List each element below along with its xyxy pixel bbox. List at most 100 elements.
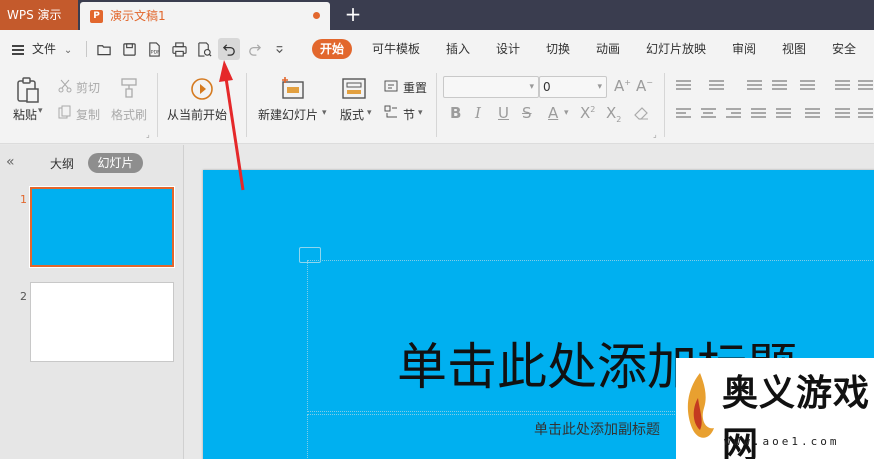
- columns-icon[interactable]: [858, 80, 873, 92]
- play-from-current-button[interactable]: 从当前开始: [167, 106, 227, 123]
- copy-button[interactable]: 复制: [76, 106, 100, 123]
- slide-thumbnail-pane: « 大纲 幻灯片 1 2: [0, 145, 184, 459]
- decrease-font-size-icon[interactable]: A−: [636, 77, 653, 95]
- pdf-icon: PDF: [148, 41, 160, 57]
- line-spacing-icon[interactable]: [835, 80, 850, 92]
- chevron-down-icon[interactable]: ▾: [367, 108, 372, 118]
- increase-indent-icon[interactable]: [772, 80, 787, 92]
- print-button[interactable]: [170, 40, 188, 58]
- tab-animations[interactable]: 动画: [596, 39, 620, 59]
- divider: [246, 73, 247, 137]
- svg-text:PDF: PDF: [150, 49, 159, 55]
- undo-button[interactable]: [218, 38, 240, 60]
- customize-toolbar-button[interactable]: [270, 40, 288, 58]
- font-family-select[interactable]: ▾: [443, 76, 539, 98]
- chevron-down-icon: ⌄: [63, 45, 73, 56]
- underline-icon[interactable]: U: [498, 104, 509, 122]
- format-painter-button[interactable]: 格式刷: [111, 106, 147, 123]
- strikethrough-icon[interactable]: S: [522, 104, 532, 122]
- tab-view[interactable]: 视图: [782, 39, 806, 59]
- italic-icon[interactable]: I: [475, 104, 481, 122]
- print-preview-button[interactable]: [195, 40, 213, 58]
- unsaved-indicator-icon[interactable]: [313, 12, 320, 19]
- clipboard-dialog-launcher-icon[interactable]: ⌟: [146, 130, 150, 139]
- tab-review[interactable]: 审阅: [732, 39, 756, 59]
- ribbon-toolbar: 粘贴 ▾ 剪切 复制 格式刷 ⌟ 从当前开始 新建幻灯片 ▾ 版式 ▾ 重置 节…: [0, 68, 874, 144]
- file-menu-button[interactable]: 文件 ⌄: [12, 39, 72, 59]
- numbering-icon[interactable]: [709, 80, 724, 92]
- smartart-icon[interactable]: [835, 108, 850, 120]
- font-dialog-launcher-icon[interactable]: ⌟: [653, 130, 657, 139]
- open-button[interactable]: [95, 40, 113, 58]
- new-slide-button[interactable]: 新建幻灯片: [258, 106, 318, 123]
- chevron-down-icon: [275, 45, 283, 53]
- app-tab[interactable]: WPS 演示: [0, 0, 78, 30]
- section-icon: [384, 105, 398, 122]
- paragraph-more-icon[interactable]: [858, 108, 873, 120]
- save-icon: [122, 42, 136, 56]
- text-direction-icon[interactable]: [800, 80, 815, 92]
- tab-template[interactable]: 可牛模板: [372, 39, 420, 59]
- save-button[interactable]: [120, 40, 138, 58]
- printer-icon: [171, 41, 187, 57]
- cut-button[interactable]: 剪切: [76, 79, 100, 96]
- align-text-icon[interactable]: [805, 108, 820, 120]
- justify-icon[interactable]: [751, 108, 766, 120]
- copy-icon: [58, 105, 72, 122]
- redo-icon: [248, 43, 261, 56]
- tab-start[interactable]: 开始: [312, 39, 353, 59]
- bold-icon[interactable]: B: [450, 104, 461, 122]
- bullets-icon[interactable]: [676, 80, 691, 92]
- slide-thumbnail-1[interactable]: [29, 186, 175, 268]
- file-menu-label: 文件: [32, 42, 57, 56]
- layout-button[interactable]: 版式: [340, 106, 364, 123]
- decrease-indent-icon[interactable]: [747, 80, 762, 92]
- divider: [86, 41, 87, 57]
- chevron-down-icon[interactable]: ▾: [322, 108, 327, 118]
- divider: [436, 73, 437, 137]
- paste-button[interactable]: [14, 76, 42, 107]
- clear-format-icon[interactable]: [634, 107, 649, 124]
- tab-outline[interactable]: 大纲: [50, 155, 74, 172]
- collapse-pane-icon[interactable]: «: [6, 154, 15, 170]
- tab-slideshow[interactable]: 幻灯片放映: [646, 39, 706, 59]
- slide-thumbnail-2[interactable]: [30, 282, 174, 362]
- tab-insert[interactable]: 插入: [446, 39, 470, 59]
- watermark-logo: 奥义游戏网 www.aoe1.com: [676, 358, 874, 459]
- hamburger-icon: [12, 44, 24, 55]
- subscript-icon[interactable]: X2: [606, 104, 621, 124]
- clipboard-icon: [17, 77, 39, 103]
- chevron-down-icon[interactable]: ▾: [564, 108, 569, 118]
- presentation-file-icon: P: [90, 10, 103, 23]
- watermark-url: www.aoe1.com: [724, 435, 840, 448]
- align-right-icon[interactable]: [726, 108, 741, 120]
- tab-transitions[interactable]: 切换: [546, 39, 570, 59]
- increase-font-size-icon[interactable]: A+: [614, 77, 631, 95]
- superscript-icon[interactable]: X2: [580, 104, 595, 122]
- new-tab-button[interactable]: +: [340, 2, 366, 28]
- tab-design[interactable]: 设计: [496, 39, 520, 59]
- layout-icon: [342, 78, 366, 103]
- export-pdf-button[interactable]: PDF: [145, 40, 163, 58]
- document-tab-label: 演示文稿1: [110, 9, 166, 23]
- align-left-icon[interactable]: [676, 108, 691, 120]
- font-size-select[interactable]: 0 ▾: [539, 76, 607, 98]
- redo-button[interactable]: [245, 40, 263, 58]
- distribute-icon[interactable]: [776, 108, 791, 120]
- paste-label[interactable]: 粘贴: [13, 106, 37, 123]
- font-color-icon[interactable]: A: [548, 104, 558, 122]
- tab-slides[interactable]: 幻灯片: [88, 153, 143, 173]
- print-preview-icon: [197, 41, 211, 57]
- chevron-down-icon[interactable]: ▾: [418, 108, 423, 118]
- reset-button[interactable]: 重置: [403, 79, 427, 96]
- document-tab[interactable]: P 演示文稿1: [80, 2, 330, 30]
- chevron-down-icon[interactable]: ▾: [38, 106, 43, 116]
- play-icon: [190, 77, 214, 104]
- tab-security[interactable]: 安全: [832, 39, 856, 59]
- divider: [664, 73, 665, 137]
- cut-icon: [58, 79, 72, 96]
- section-button[interactable]: 节: [403, 106, 415, 123]
- folder-open-icon: [96, 44, 111, 55]
- align-center-icon[interactable]: [701, 108, 716, 120]
- undo-icon: [222, 43, 235, 56]
